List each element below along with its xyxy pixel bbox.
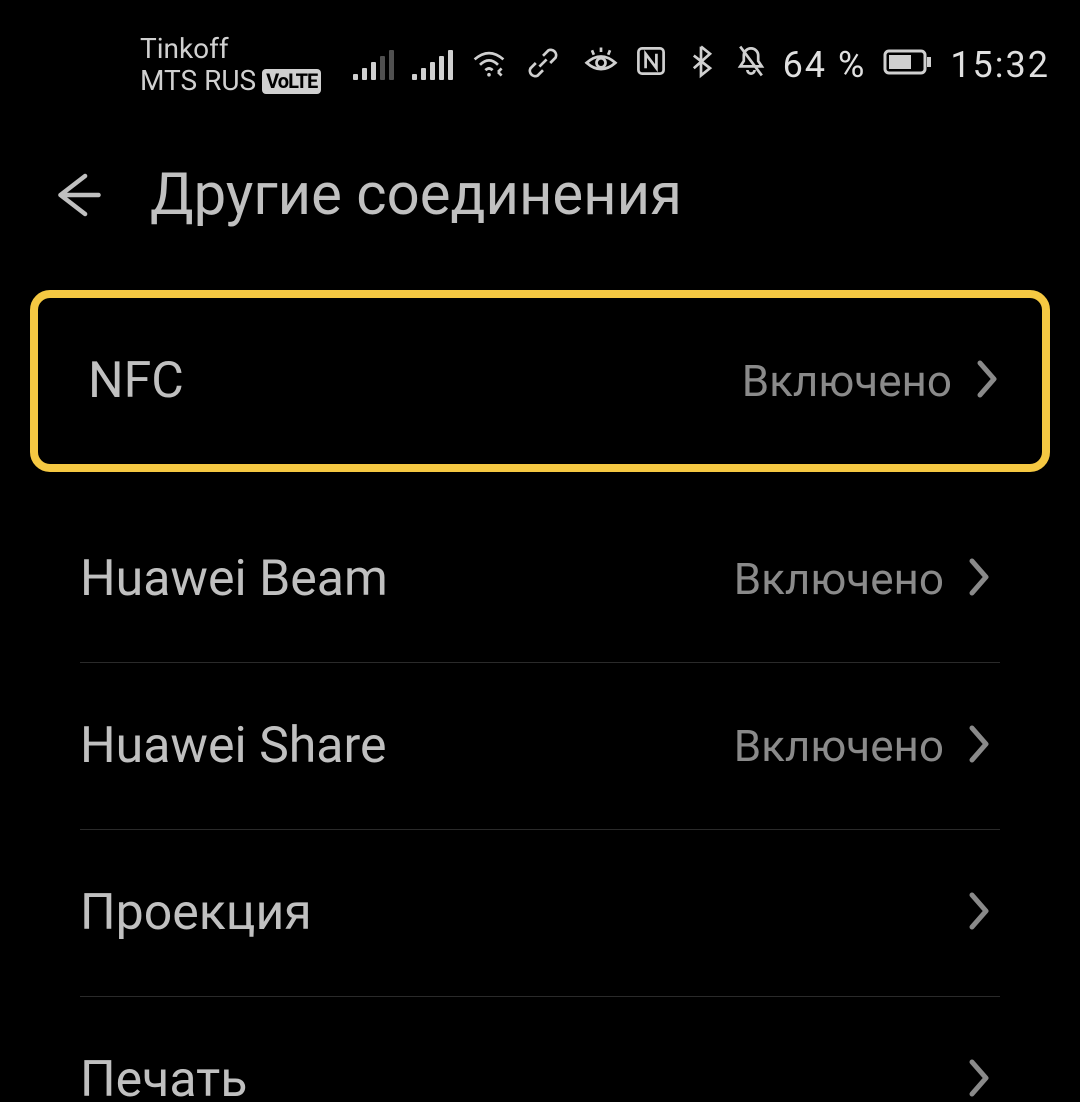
link-icon bbox=[525, 45, 561, 85]
status-bar: Tinkoff MTS RUS VoLTE 64 bbox=[0, 0, 1080, 110]
settings-row-beam[interactable]: Huawei Beam Включено bbox=[80, 496, 1000, 663]
volte-badge: VoLTE bbox=[262, 69, 321, 94]
highlight-annotation: NFC Включено bbox=[30, 290, 1050, 472]
row-label: NFC bbox=[88, 352, 184, 410]
nfc-icon bbox=[633, 43, 669, 88]
page-header: Другие соединения bbox=[0, 110, 1080, 270]
mute-icon bbox=[733, 43, 769, 88]
settings-row-print[interactable]: Печать bbox=[80, 997, 1000, 1102]
settings-list: Huawei Beam Включено Huawei Share Включе… bbox=[0, 496, 1080, 1102]
carrier-2: MTS RUS bbox=[140, 65, 256, 97]
battery-percent: 64 % bbox=[783, 44, 867, 86]
bluetooth-icon bbox=[683, 43, 719, 88]
row-value: Включено bbox=[734, 720, 944, 772]
chevron-right-icon bbox=[964, 889, 994, 937]
status-carriers: Tinkoff MTS RUS VoLTE bbox=[30, 33, 321, 97]
battery-icon bbox=[880, 44, 936, 86]
page-title: Другие соединения bbox=[150, 161, 682, 229]
chevron-right-icon bbox=[964, 1056, 994, 1102]
settings-row-share[interactable]: Huawei Share Включено bbox=[80, 663, 1000, 830]
row-value: Включено bbox=[742, 355, 952, 407]
back-button[interactable] bbox=[40, 160, 110, 230]
row-label: Печать bbox=[80, 1051, 247, 1102]
settings-row-projection[interactable]: Проекция bbox=[80, 830, 1000, 997]
row-label: Проекция bbox=[80, 884, 312, 942]
chevron-right-icon bbox=[964, 722, 994, 770]
status-right-group: 64 % 15:32 bbox=[583, 43, 1050, 88]
status-signal-group bbox=[353, 45, 561, 85]
eye-icon bbox=[583, 43, 619, 88]
signal-icon bbox=[412, 50, 453, 80]
settings-row-nfc[interactable]: NFC Включено bbox=[38, 298, 1042, 464]
wifi-icon bbox=[471, 45, 507, 85]
row-label: Huawei Share bbox=[80, 717, 387, 775]
carrier-1: Tinkoff bbox=[140, 33, 321, 65]
row-value: Включено bbox=[734, 553, 944, 605]
row-label: Huawei Beam bbox=[80, 550, 388, 608]
chevron-right-icon bbox=[972, 357, 1002, 405]
chevron-right-icon bbox=[964, 555, 994, 603]
clock: 15:32 bbox=[950, 44, 1050, 86]
signal-icon bbox=[353, 50, 394, 80]
